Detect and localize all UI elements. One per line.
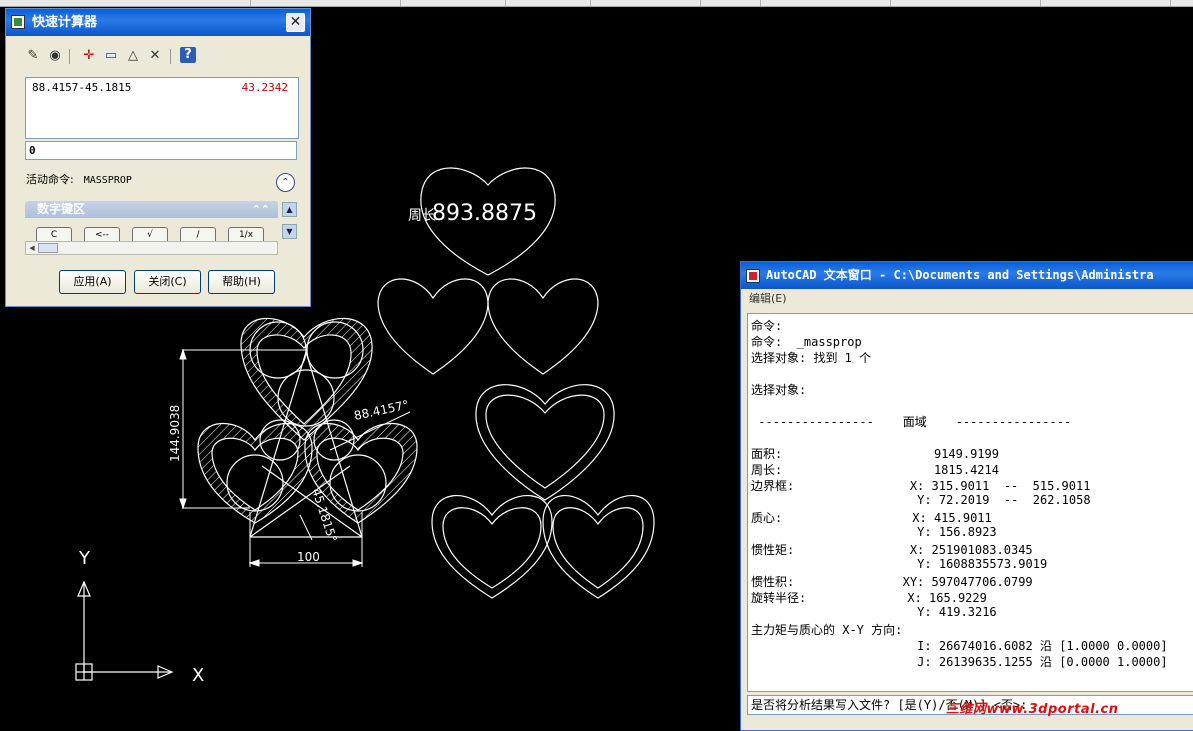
ucs-label-y: Y	[78, 548, 91, 569]
collapse-chevron-icon[interactable]: ⌃⌃	[252, 201, 270, 218]
history-line: Y: 72.2019 -- 262.1058	[751, 493, 1091, 507]
scroll-down-icon[interactable]: ▼	[282, 224, 297, 239]
history-line: 选择对象:	[751, 383, 807, 397]
quickcalc-app-icon	[11, 15, 25, 29]
number-pad-panel[interactable]: 数字键区 ⌃⌃ C <-- √ / 1/x ◀	[25, 201, 278, 257]
key-clear[interactable]: C	[36, 227, 72, 242]
dim-label-horizontal: 100	[297, 550, 320, 564]
clear-icon[interactable]: ✎	[24, 47, 42, 65]
history-line: 旋转半径: X: 165.9229	[751, 591, 987, 605]
autocad-app-icon	[746, 269, 760, 283]
horizontal-scrollbar[interactable]: ◀	[25, 241, 278, 255]
history-line: 命令: _massprop	[751, 335, 862, 349]
get-coordinates-icon[interactable]: ✛	[80, 47, 98, 65]
scroll-up-icon[interactable]: ▲	[282, 202, 297, 217]
history-area[interactable]: 88.4157-45.1815 43.2342	[25, 77, 299, 139]
heart-region-upper	[377, 167, 599, 375]
history-line: ---------------- 面域 ----------------	[751, 415, 1072, 429]
history-line: 质心: X: 415.9011	[751, 511, 992, 525]
number-pad-header[interactable]: 数字键区 ⌃⌃	[25, 201, 278, 218]
dim-label-vertical: 144.9038	[168, 405, 182, 462]
dim-label-angle-1: 88.4157°	[353, 398, 410, 423]
distance-icon[interactable]: ▭	[102, 47, 120, 65]
scroll-thumb[interactable]	[38, 243, 58, 253]
number-pad-keys: C <-- √ / 1/x	[25, 227, 278, 242]
history-line: Y: 156.8923	[751, 525, 997, 539]
text-window-titlebar[interactable]: AutoCAD 文本窗口 - C:\Documents and Settings…	[741, 262, 1193, 289]
key-divide[interactable]: /	[180, 227, 216, 242]
help-icon[interactable]: ?	[180, 47, 196, 63]
active-command: 活动命令: MASSPROP	[26, 171, 132, 187]
key-backspace[interactable]: <--	[84, 227, 120, 242]
history-expression[interactable]: 88.4157-45.1815	[32, 81, 131, 94]
history-line: 惯性积: XY: 597047706.0799	[751, 575, 1033, 589]
help-button[interactable]: 帮助(H)	[208, 270, 275, 294]
active-command-value: MASSPROP	[83, 175, 132, 186]
dim-label-perimeter: 893.8875	[432, 201, 537, 226]
expression-input[interactable]: 0	[25, 141, 297, 160]
active-command-label: 活动命令:	[26, 173, 74, 186]
history-line: 边界框: X: 315.9011 -- 515.9011	[751, 479, 1091, 493]
history-line: 惯性矩: X: 251901083.0345	[751, 543, 1033, 557]
history-line: J: 26139635.1255 沿 [0.0000 1.0000]	[751, 655, 1168, 669]
command-history[interactable]: 命令: 命令: _massprop 选择对象: 找到 1 个 选择对象: ---…	[747, 313, 1193, 692]
clear-history-icon[interactable]: ◉	[46, 47, 64, 65]
number-pad-title: 数字键区	[37, 202, 86, 216]
ucs-icon	[75, 580, 174, 681]
intersection-icon[interactable]: ✕	[146, 47, 164, 65]
history-result[interactable]: 43.2342	[242, 81, 288, 94]
toolbar-separator	[170, 49, 171, 64]
menu-edit[interactable]: 编辑(E)	[741, 289, 1193, 309]
history-line: 面积: 9149.9199	[751, 447, 999, 461]
watermark-text: 三维网www.3dportal.cn	[946, 702, 1119, 717]
history-line: 选择对象: 找到 1 个	[751, 351, 872, 365]
hatched-figure	[197, 317, 418, 538]
history-line: Y: 1608835573.9019	[751, 557, 1048, 571]
toolbar-separator	[69, 49, 70, 64]
quickcalc-title: 快速计算器	[32, 15, 98, 30]
history-line: Y: 419.3216	[751, 605, 997, 619]
heart-region-lower	[431, 384, 655, 599]
expand-collapse-icon[interactable]: ⌃	[276, 173, 295, 192]
text-window-title: AutoCAD 文本窗口 - C:\Documents and Settings…	[766, 268, 1154, 282]
history-line: 周长: 1815.4214	[751, 463, 999, 477]
quickcalc-palette[interactable]: 快速计算器 ✕ ✎ ◉ ✛ ▭ △ ✕ ? 88.4157-45.1815 43…	[5, 8, 311, 307]
key-sqrt[interactable]: √	[132, 227, 168, 242]
apply-button[interactable]: 应用(A)	[59, 270, 126, 294]
text-window[interactable]: AutoCAD 文本窗口 - C:\Documents and Settings…	[740, 261, 1193, 731]
scroll-left-icon[interactable]: ◀	[26, 242, 38, 254]
history-line: 命令:	[751, 319, 783, 333]
quickcalc-titlebar[interactable]: 快速计算器 ✕	[6, 9, 310, 36]
vertical-scrollbar[interactable]: ▲ ▼	[282, 202, 297, 246]
ucs-label-x: X	[192, 665, 204, 686]
history-line: I: 26674016.6082 沿 [1.0000 0.0000]	[751, 639, 1168, 653]
close-icon[interactable]: ✕	[286, 13, 305, 32]
angle-icon[interactable]: △	[124, 47, 142, 65]
key-reciprocal[interactable]: 1/x	[228, 227, 264, 242]
close-button[interactable]: 关闭(C)	[134, 270, 201, 294]
history-line: 主力矩与质心的 X-Y 方向:	[751, 623, 903, 637]
